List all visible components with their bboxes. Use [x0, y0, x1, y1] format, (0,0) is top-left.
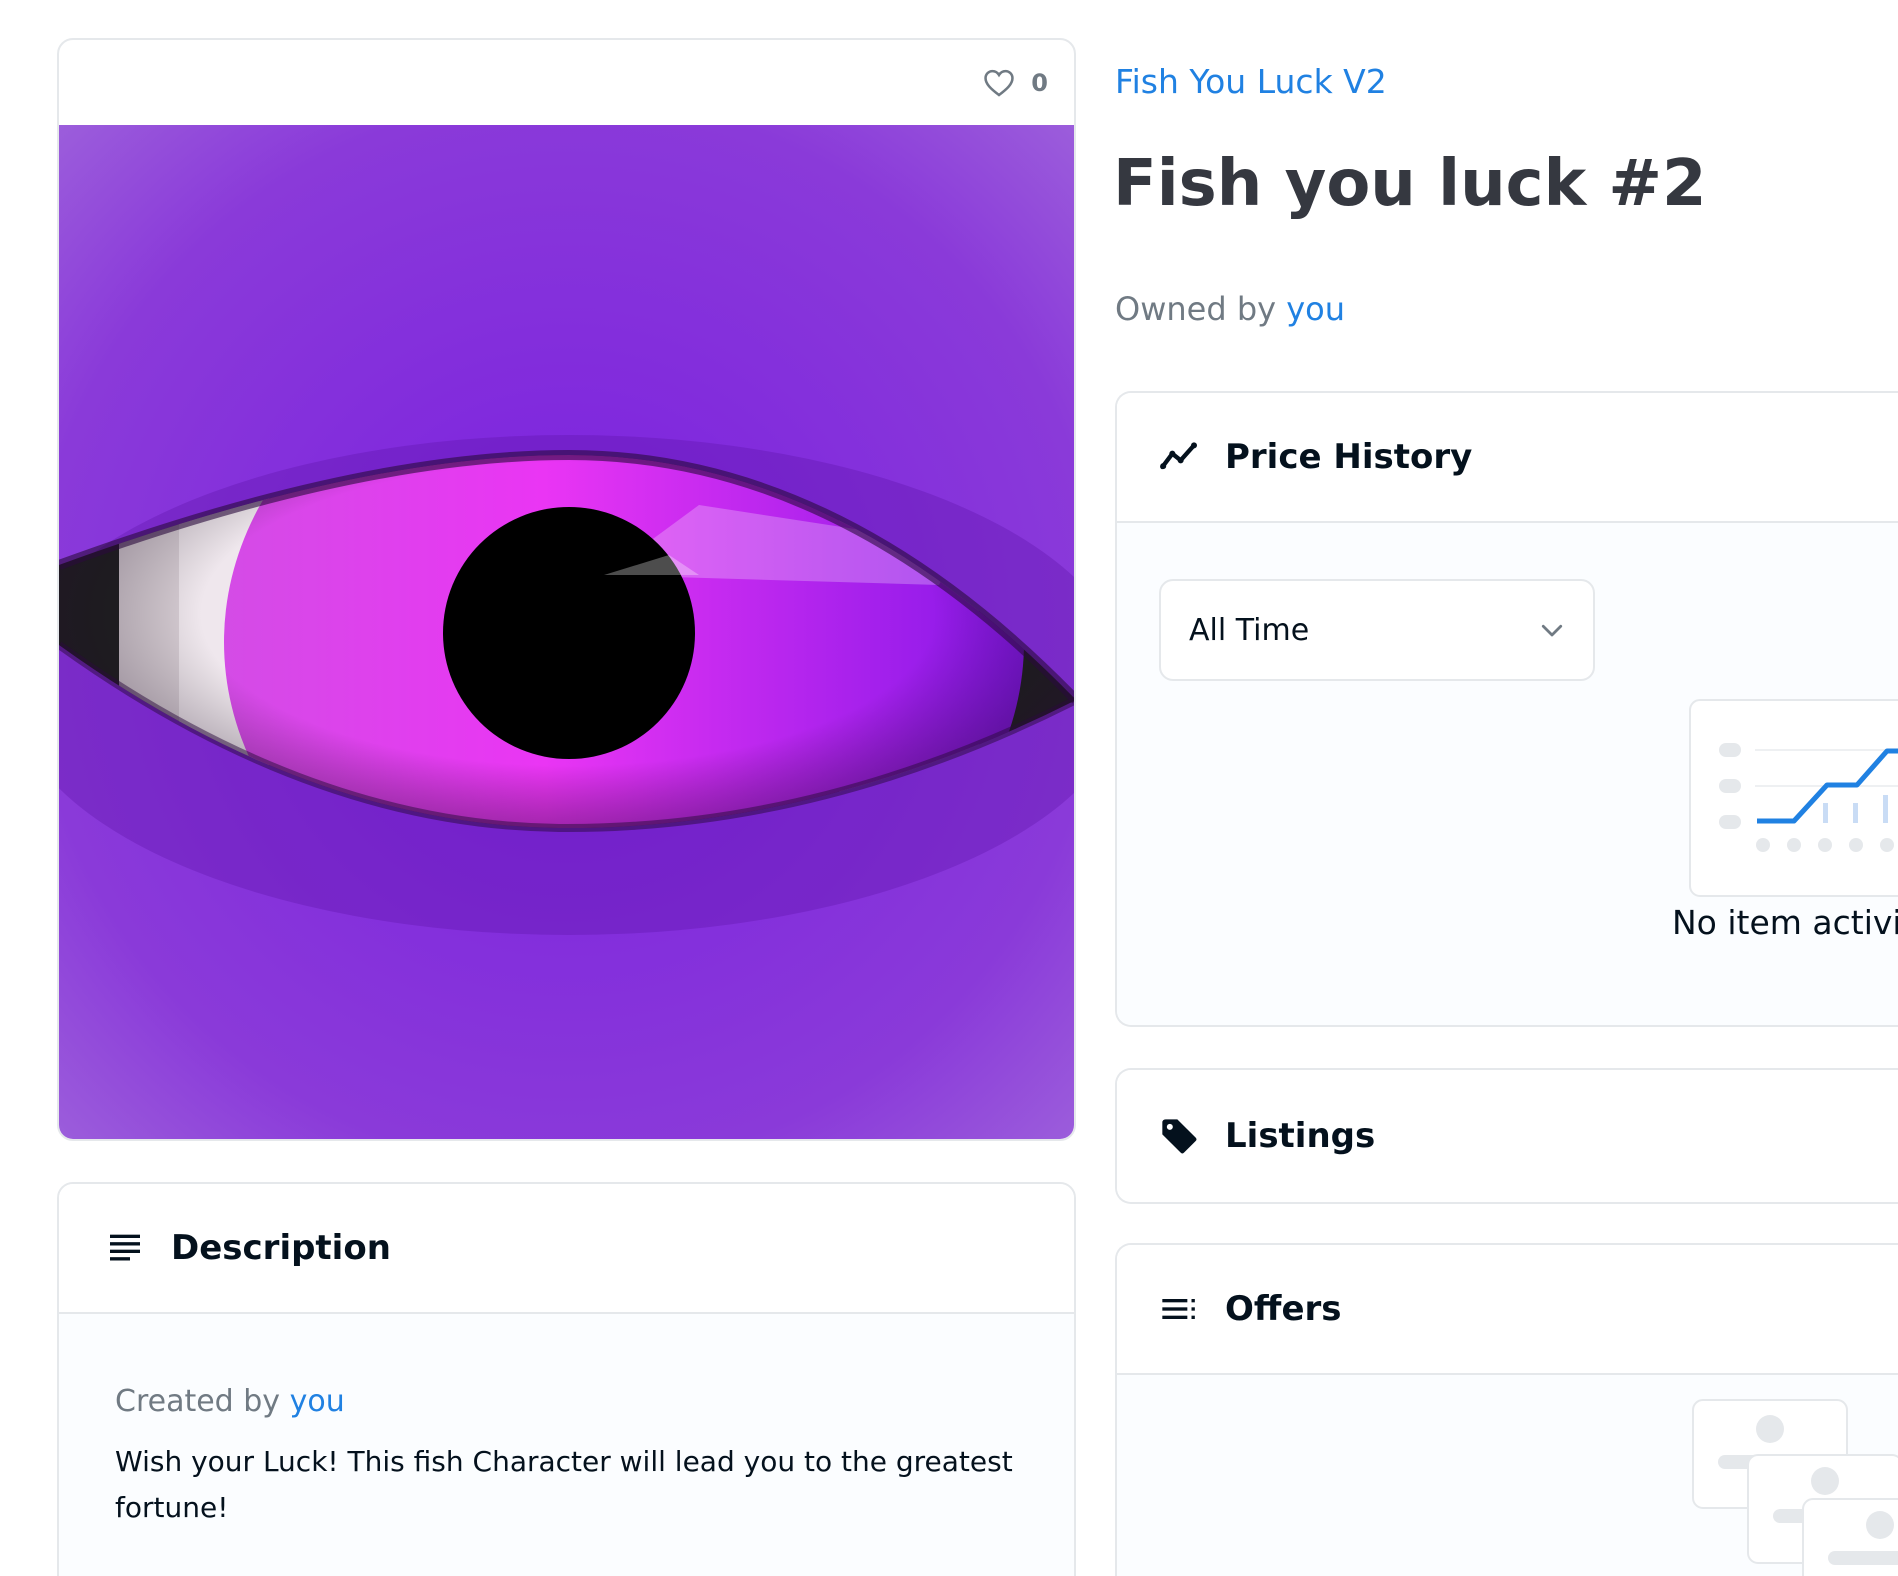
heart-icon[interactable]: [981, 66, 1017, 100]
offers-body: [1117, 1375, 1898, 1576]
description-card: Description Created by you Wish your Luc…: [57, 1182, 1076, 1576]
time-range-value: All Time: [1189, 612, 1310, 648]
trend-line-icon: [1160, 442, 1197, 470]
listings-header[interactable]: Listings: [1117, 1070, 1898, 1202]
empty-offers-illustration: [1692, 1399, 1898, 1576]
price-history-title: Price History: [1225, 437, 1473, 477]
media-header: 0: [59, 40, 1074, 125]
price-history-body: All Time No item activit: [1117, 523, 1898, 1025]
description-title: Description: [171, 1228, 391, 1268]
description-header[interactable]: Description: [59, 1184, 1074, 1314]
tag-icon: [1162, 1119, 1197, 1154]
nft-artwork-eye[interactable]: [59, 125, 1076, 1141]
listings-title: Listings: [1225, 1116, 1376, 1156]
offers-panel: Offers: [1115, 1243, 1898, 1576]
price-history-header[interactable]: Price History: [1117, 393, 1898, 523]
owned-by-label: Owned by: [1115, 290, 1277, 328]
description-body: Created by you Wish your Luck! This fish…: [59, 1314, 1074, 1576]
offers-title: Offers: [1225, 1289, 1342, 1329]
item-title: Fish you luck #2: [1113, 147, 1707, 221]
no-activity-text: No item activit: [1672, 903, 1898, 942]
empty-chart-illustration: [1689, 699, 1898, 897]
price-history-panel: Price History All Time No item activit: [1115, 391, 1898, 1027]
owned-by-line: Owned by you: [1115, 290, 1345, 328]
owner-link[interactable]: you: [1286, 290, 1345, 328]
description-text: Wish your Luck! This fish Character will…: [115, 1445, 1013, 1524]
asset-media-card: 0: [57, 38, 1076, 1141]
chevron-down-icon: [1541, 624, 1563, 637]
collection-link[interactable]: Fish You Luck V2: [1115, 62, 1387, 101]
created-by-label: Created by: [115, 1384, 281, 1419]
offers-header[interactable]: Offers: [1117, 1245, 1898, 1375]
creator-link[interactable]: you: [290, 1384, 345, 1419]
created-by-line: Created by you: [115, 1384, 1018, 1419]
listings-panel: Listings: [1115, 1068, 1898, 1204]
favorite-count: 0: [1031, 68, 1048, 97]
time-range-select[interactable]: All Time: [1159, 579, 1595, 681]
list-icon: [1162, 1299, 1195, 1319]
asset-page: 0 Description Created by you Wish your L…: [0, 0, 1898, 1576]
text-lines-icon: [110, 1234, 140, 1261]
